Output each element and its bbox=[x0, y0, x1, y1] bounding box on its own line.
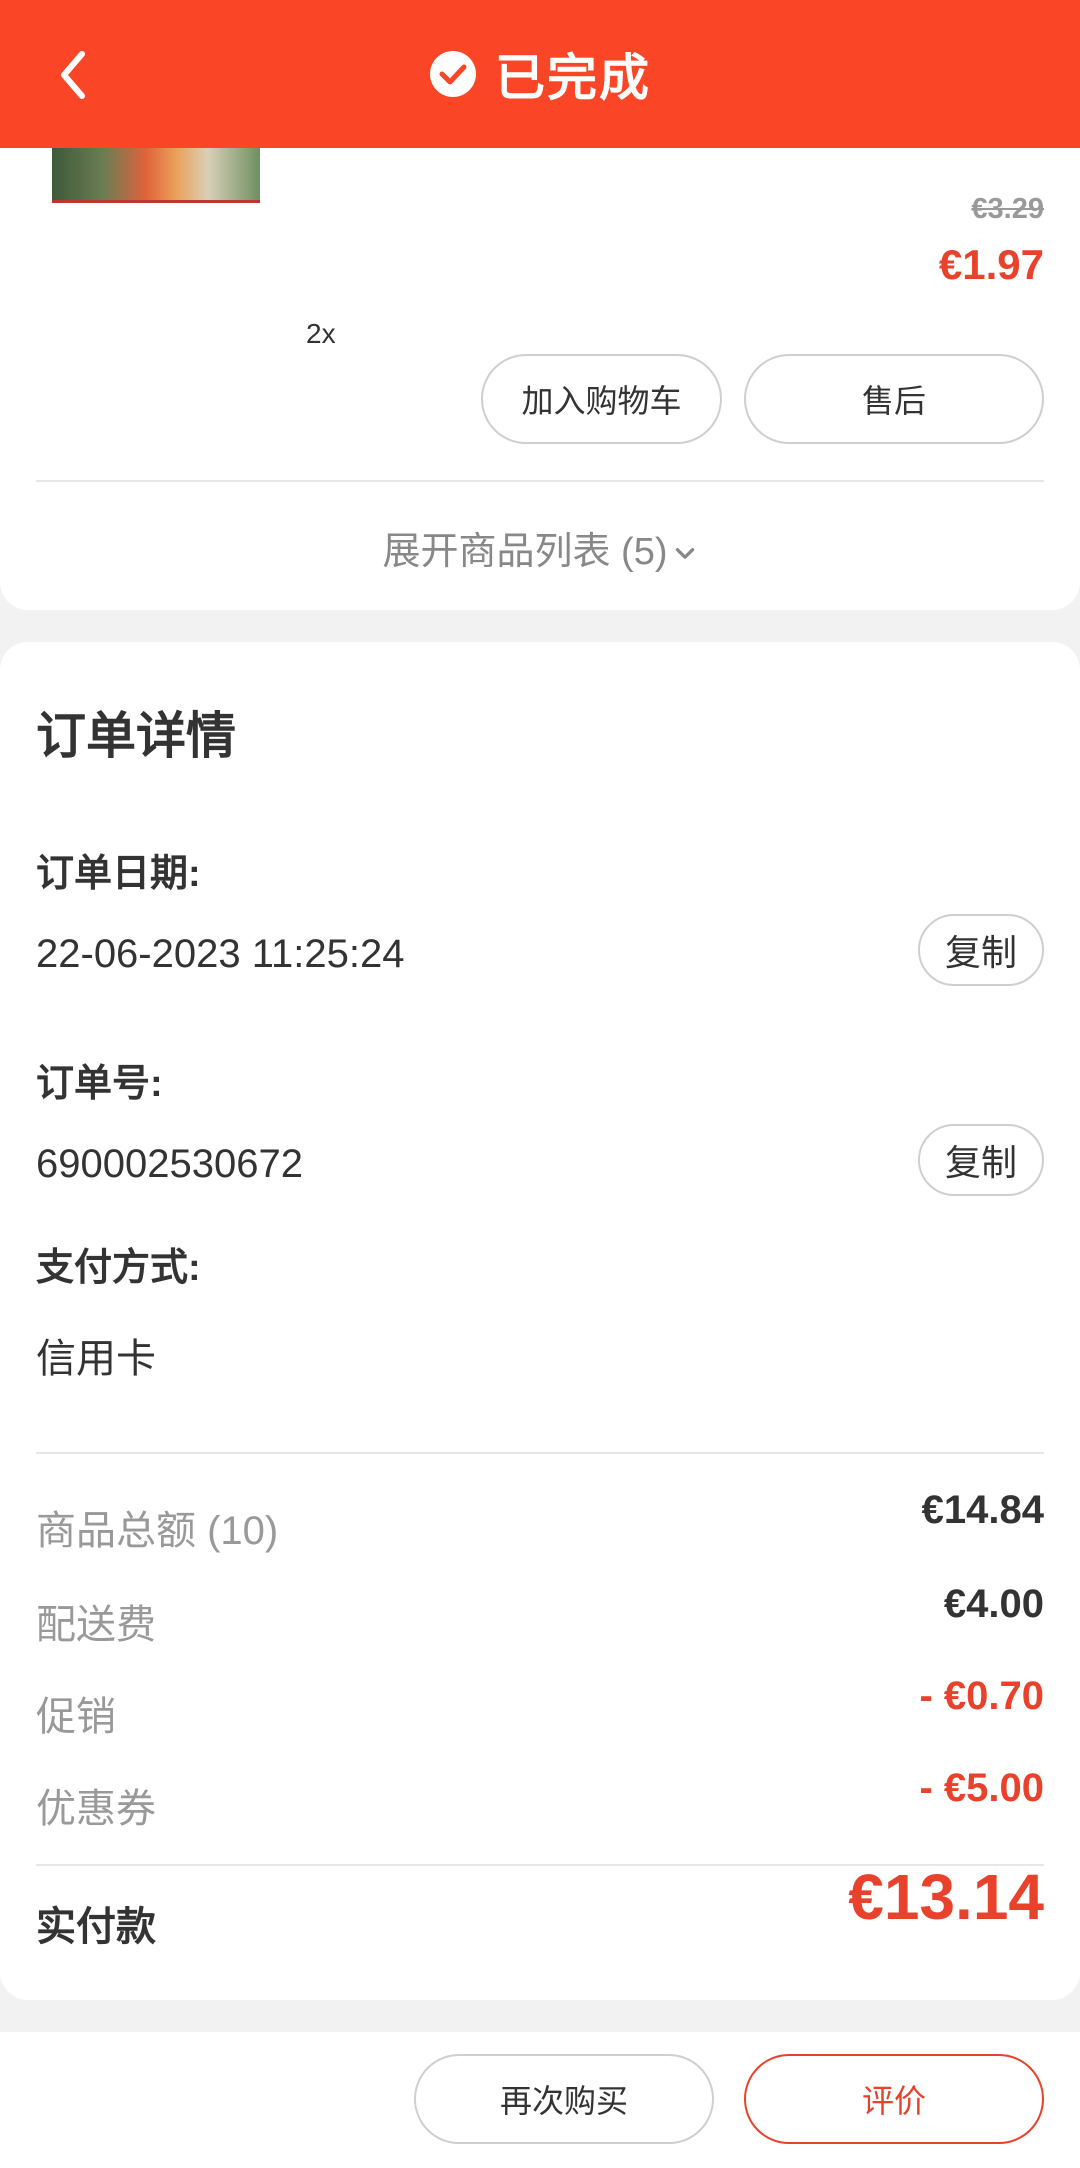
coupon-label: 优惠券 bbox=[36, 1787, 156, 1831]
promotion-value: - €0.70 bbox=[919, 1674, 1044, 1718]
expand-product-list-label: 展开商品列表 (5) bbox=[382, 531, 668, 573]
page-title: 已完成 bbox=[495, 50, 651, 106]
order-number-value: 690002530672 bbox=[36, 1142, 303, 1186]
header-bar: 已完成 bbox=[0, 0, 1080, 148]
coupon-value: - €5.00 bbox=[919, 1766, 1044, 1810]
divider bbox=[36, 480, 1044, 482]
payment-method-value: 信用卡 bbox=[36, 1337, 156, 1381]
original-price: €3.29 bbox=[971, 193, 1044, 225]
bottom-action-bar: 再次购买 评价 bbox=[0, 2032, 1080, 2168]
expand-product-list[interactable]: 展开商品列表 (5) bbox=[0, 520, 1080, 575]
promotion-label: 促销 bbox=[36, 1695, 116, 1739]
copy-order-number-button[interactable]: 复制 bbox=[918, 1124, 1044, 1196]
product-quantity: 2x bbox=[306, 318, 336, 349]
delivery-fee-label: 配送费 bbox=[36, 1603, 156, 1647]
order-details-card: 订单详情 订单日期: 22-06-2023 11:25:24 复制 订单号: 6… bbox=[0, 642, 1080, 2000]
divider bbox=[36, 1452, 1044, 1454]
add-to-cart-button[interactable]: 加入购物车 bbox=[481, 354, 722, 444]
order-date-value: 22-06-2023 11:25:24 bbox=[36, 932, 405, 976]
subtotal-label: 商品总额 (10) bbox=[36, 1509, 279, 1553]
subtotal-value: €14.84 bbox=[921, 1488, 1044, 1532]
payment-method-label: 支付方式: bbox=[36, 1247, 201, 1289]
copy-date-button[interactable]: 复制 bbox=[918, 914, 1044, 986]
order-number-label: 订单号: bbox=[36, 1063, 163, 1105]
check-circle-icon bbox=[430, 51, 476, 97]
chevron-down-icon bbox=[675, 548, 694, 559]
section-title: 订单详情 bbox=[36, 708, 236, 764]
order-date-label: 订单日期: bbox=[36, 853, 201, 895]
total-paid-value: €13.14 bbox=[848, 1861, 1044, 1933]
total-paid-label: 实付款 bbox=[36, 1905, 156, 1949]
buy-again-button[interactable]: 再次购买 bbox=[414, 2054, 714, 2144]
sale-price: €1.97 bbox=[938, 241, 1044, 288]
after-sales-button[interactable]: 售后 bbox=[744, 354, 1044, 444]
review-button[interactable]: 评价 bbox=[744, 2054, 1044, 2144]
delivery-fee-value: €4.00 bbox=[943, 1582, 1044, 1626]
